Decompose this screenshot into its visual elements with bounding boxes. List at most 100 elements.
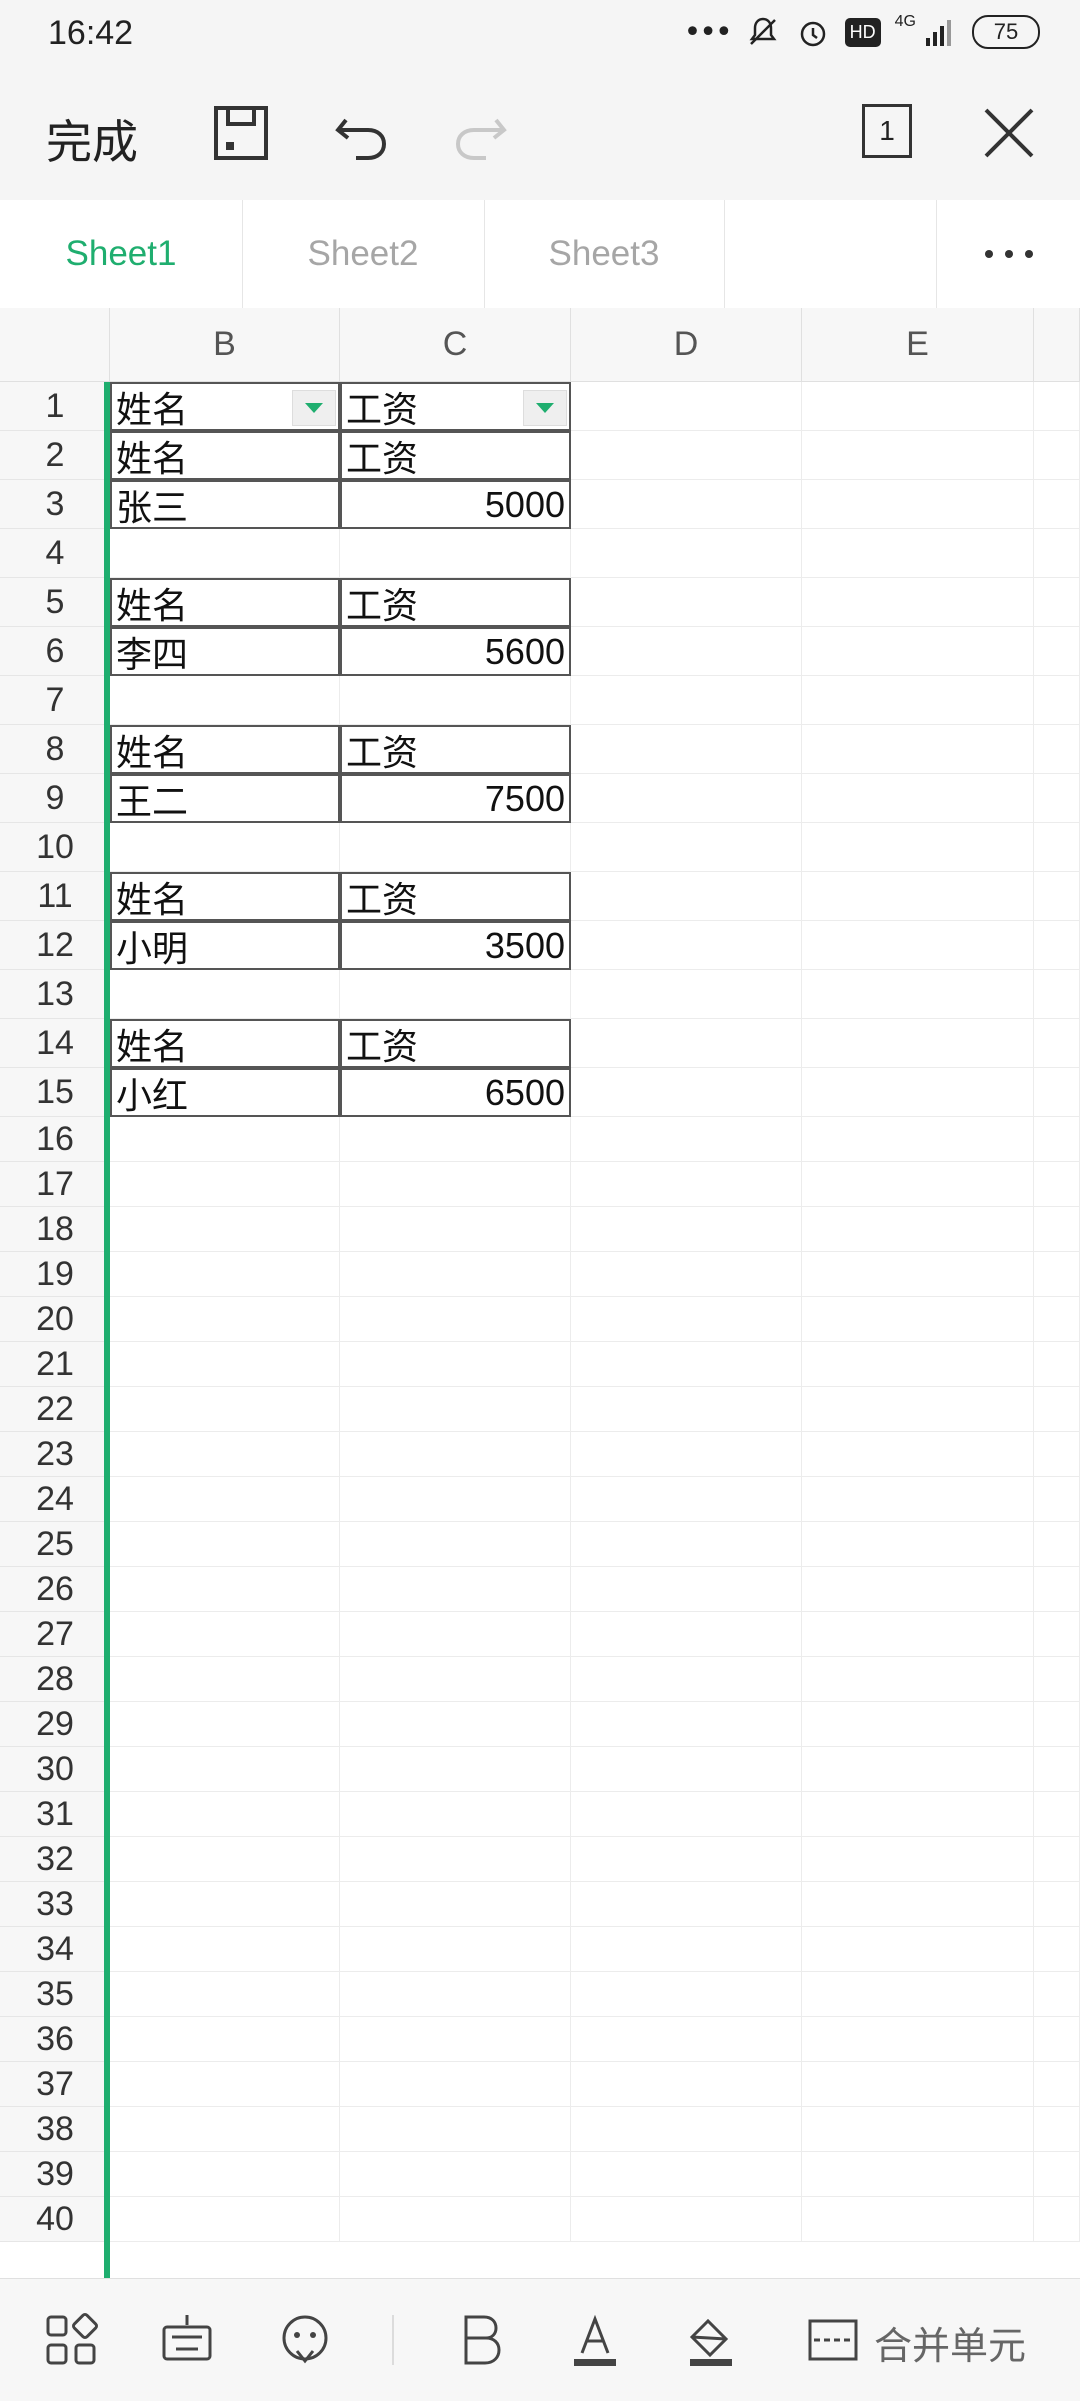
done-button[interactable]: 完成 [46, 106, 138, 172]
save-icon[interactable] [206, 98, 276, 168]
cell-e14[interactable] [802, 1019, 1034, 1068]
cell-d15[interactable] [571, 1068, 802, 1117]
apps-icon[interactable] [42, 2311, 100, 2369]
cell-f19[interactable] [1034, 1252, 1080, 1297]
row-header-33[interactable]: 33 [0, 1882, 110, 1927]
cell-d30[interactable] [571, 1747, 802, 1792]
row-header-22[interactable]: 22 [0, 1387, 110, 1432]
cell-c16[interactable] [340, 1117, 571, 1162]
cell-f32[interactable] [1034, 1837, 1080, 1882]
row-header-7[interactable]: 7 [0, 676, 110, 725]
cell-b29[interactable] [110, 1702, 340, 1747]
cell-c23[interactable] [340, 1432, 571, 1477]
cell-b31[interactable] [110, 1792, 340, 1837]
cell-c19[interactable] [340, 1252, 571, 1297]
cell-e33[interactable] [802, 1882, 1034, 1927]
cell-d35[interactable] [571, 1972, 802, 2017]
cell-c25[interactable] [340, 1522, 571, 1567]
cell-f26[interactable] [1034, 1567, 1080, 1612]
cell-d31[interactable] [571, 1792, 802, 1837]
row-header-13[interactable]: 13 [0, 970, 110, 1019]
cell-d3[interactable] [571, 480, 802, 529]
cell-c28[interactable] [340, 1657, 571, 1702]
cell-c10[interactable] [340, 823, 571, 872]
row-header-37[interactable]: 37 [0, 2062, 110, 2107]
font-color-icon[interactable] [566, 2311, 624, 2369]
cell-c5[interactable]: 工资 [340, 578, 571, 627]
column-header-d[interactable]: D [571, 308, 802, 382]
bold-icon[interactable] [452, 2311, 510, 2369]
cell-c6[interactable]: 5600 [340, 627, 571, 676]
cell-e22[interactable] [802, 1387, 1034, 1432]
row-header-21[interactable]: 21 [0, 1342, 110, 1387]
cell-c38[interactable] [340, 2107, 571, 2152]
cell-b38[interactable] [110, 2107, 340, 2152]
cell-d21[interactable] [571, 1342, 802, 1387]
cell-e27[interactable] [802, 1612, 1034, 1657]
cell-e6[interactable] [802, 627, 1034, 676]
cell-c13[interactable] [340, 970, 571, 1019]
cell-f27[interactable] [1034, 1612, 1080, 1657]
cell-f23[interactable] [1034, 1432, 1080, 1477]
cell-f16[interactable] [1034, 1117, 1080, 1162]
cell-b39[interactable] [110, 2152, 340, 2197]
cell-f12[interactable] [1034, 921, 1080, 970]
cell-c18[interactable] [340, 1207, 571, 1252]
cell-c33[interactable] [340, 1882, 571, 1927]
cell-b34[interactable] [110, 1927, 340, 1972]
row-header-6[interactable]: 6 [0, 627, 110, 676]
cell-b23[interactable] [110, 1432, 340, 1477]
cell-e32[interactable] [802, 1837, 1034, 1882]
cell-b3[interactable]: 张三 [110, 480, 340, 529]
cell-f29[interactable] [1034, 1702, 1080, 1747]
cell-e4[interactable] [802, 529, 1034, 578]
cell-f13[interactable] [1034, 970, 1080, 1019]
cell-c40[interactable] [340, 2197, 571, 2242]
cell-b19[interactable] [110, 1252, 340, 1297]
cell-d28[interactable] [571, 1657, 802, 1702]
cell-f6[interactable] [1034, 627, 1080, 676]
merge-cells-label[interactable]: 合并单元 [874, 2315, 1026, 2370]
row-header-35[interactable]: 35 [0, 1972, 110, 2017]
cell-e3[interactable] [802, 480, 1034, 529]
row-header-2[interactable]: 2 [0, 431, 110, 480]
select-all-corner[interactable] [0, 308, 110, 382]
cell-b22[interactable] [110, 1387, 340, 1432]
row-header-15[interactable]: 15 [0, 1068, 110, 1117]
cell-b20[interactable] [110, 1297, 340, 1342]
row-header-30[interactable]: 30 [0, 1747, 110, 1792]
cell-d38[interactable] [571, 2107, 802, 2152]
cell-f4[interactable] [1034, 529, 1080, 578]
more-sheets-button[interactable] [936, 200, 1080, 308]
cell-e16[interactable] [802, 1117, 1034, 1162]
cell-b1[interactable]: 姓名 [110, 382, 340, 431]
tab-sheet3[interactable]: Sheet3 [484, 200, 725, 308]
cell-d40[interactable] [571, 2197, 802, 2242]
cell-e38[interactable] [802, 2107, 1034, 2152]
column-header-b[interactable]: B [110, 308, 340, 382]
cell-c2[interactable]: 工资 [340, 431, 571, 480]
cell-c12[interactable]: 3500 [340, 921, 571, 970]
row-header-25[interactable]: 25 [0, 1522, 110, 1567]
cell-d33[interactable] [571, 1882, 802, 1927]
cell-d1[interactable] [571, 382, 802, 431]
cell-d18[interactable] [571, 1207, 802, 1252]
cell-f37[interactable] [1034, 2062, 1080, 2107]
cell-d22[interactable] [571, 1387, 802, 1432]
row-header-11[interactable]: 11 [0, 872, 110, 921]
cell-f24[interactable] [1034, 1477, 1080, 1522]
cell-e9[interactable] [802, 774, 1034, 823]
cell-d14[interactable] [571, 1019, 802, 1068]
cell-b6[interactable]: 李四 [110, 627, 340, 676]
cell-e20[interactable] [802, 1297, 1034, 1342]
cell-c36[interactable] [340, 2017, 571, 2062]
cell-f36[interactable] [1034, 2017, 1080, 2062]
cell-c37[interactable] [340, 2062, 571, 2107]
cell-d9[interactable] [571, 774, 802, 823]
cell-b16[interactable] [110, 1117, 340, 1162]
cell-e17[interactable] [802, 1162, 1034, 1207]
cell-c22[interactable] [340, 1387, 571, 1432]
cell-b21[interactable] [110, 1342, 340, 1387]
tab-sheet1[interactable]: Sheet1 [0, 200, 243, 308]
cell-e10[interactable] [802, 823, 1034, 872]
